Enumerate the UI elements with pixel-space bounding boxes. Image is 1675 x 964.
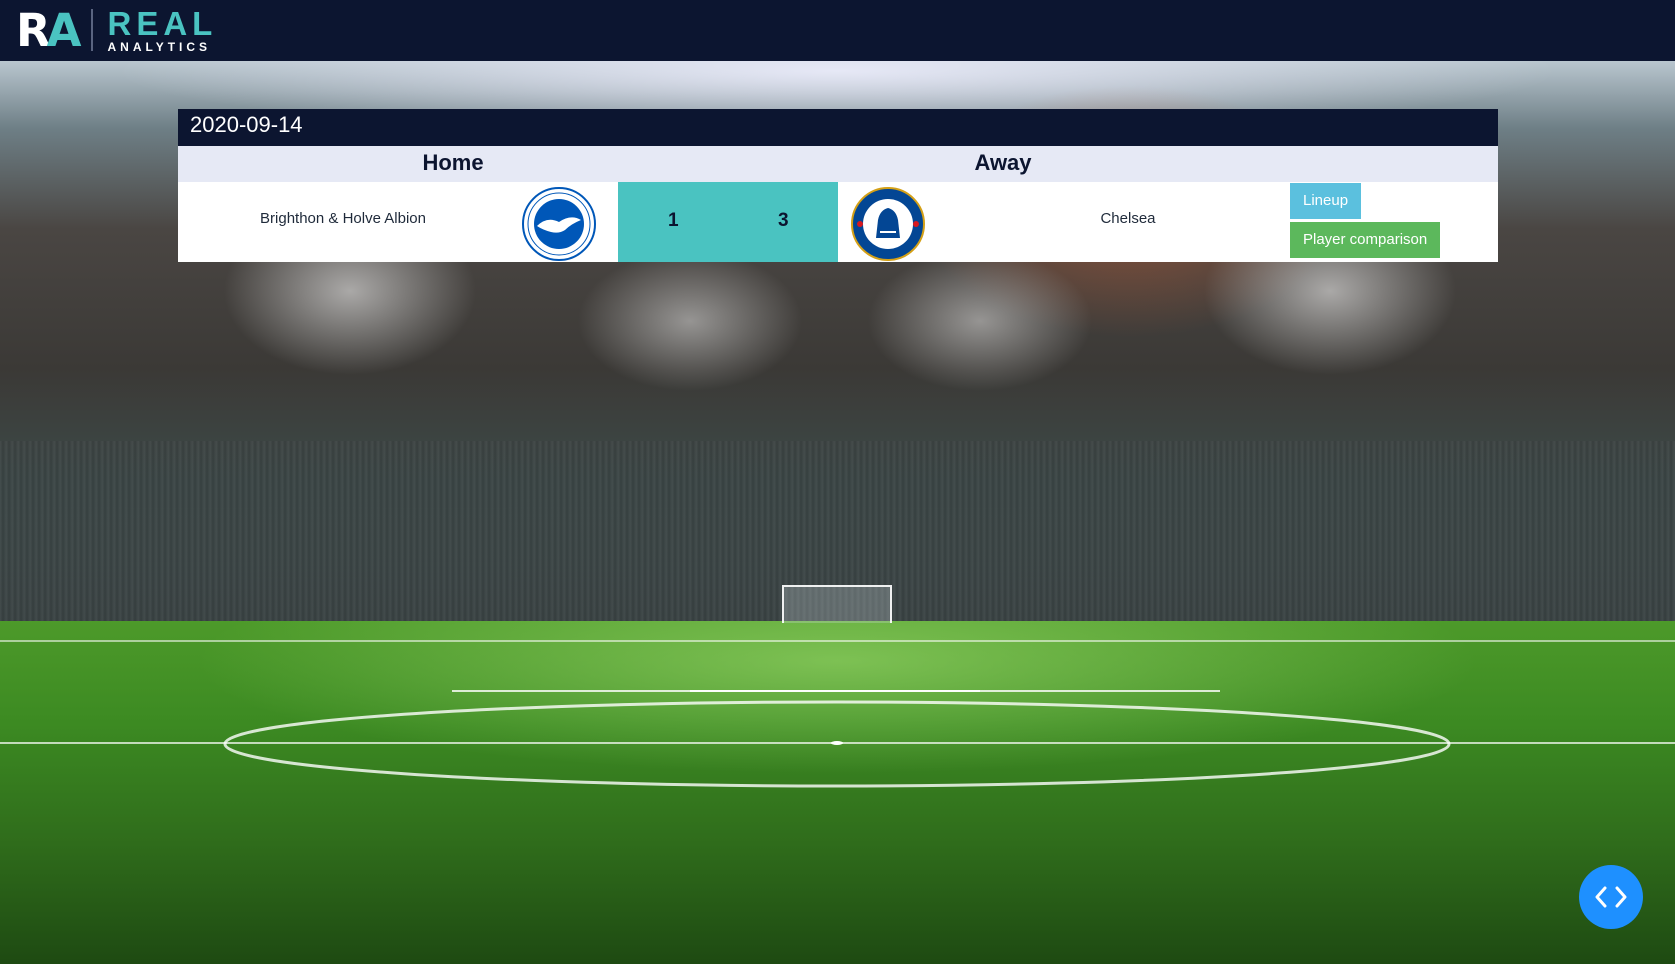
match-date: 2020-09-14 — [178, 109, 1498, 146]
brighton-badge-icon — [522, 187, 596, 261]
away-header: Away — [974, 150, 1032, 175]
real-analytics-logo[interactable]: RA REAL ANALYTICS — [16, 6, 217, 54]
logo-word-analytics: ANALYTICS — [107, 40, 212, 54]
away-team-name: Chelsea — [1100, 210, 1156, 227]
logo-mark-a: A — [46, 3, 82, 57]
logo-mark-r: R — [16, 3, 51, 57]
logo-mark: RA — [16, 8, 81, 53]
lineup-button[interactable]: Lineup — [1290, 183, 1362, 219]
score-box: 1 3 — [618, 182, 838, 262]
code-icon — [1595, 886, 1627, 908]
home-header: Home — [422, 150, 484, 175]
logo-wordmark: REAL ANALYTICS — [107, 7, 217, 53]
away-score: 3 — [778, 210, 789, 231]
pitch-markings — [0, 640, 1675, 788]
football-pitch — [0, 621, 1675, 964]
match-row: Brighthon & Holve Albion 1 3 Chelsea Lin… — [178, 182, 1498, 262]
player-comparison-button[interactable]: Player comparison — [1290, 222, 1441, 258]
logo-divider — [91, 9, 94, 51]
match-card: 2020-09-14 Home Away Brighthon & Holve A… — [178, 109, 1498, 262]
logo-word-real: REAL — [107, 5, 218, 42]
match-header-row: Home Away — [178, 146, 1498, 182]
code-toggle-button[interactable] — [1579, 865, 1643, 929]
goal-net — [782, 585, 892, 623]
home-team-name: Brighthon & Holve Albion — [260, 210, 426, 227]
chelsea-badge-icon — [851, 187, 925, 261]
home-score: 1 — [668, 210, 679, 231]
top-nav-bar: RA REAL ANALYTICS — [0, 0, 1675, 61]
